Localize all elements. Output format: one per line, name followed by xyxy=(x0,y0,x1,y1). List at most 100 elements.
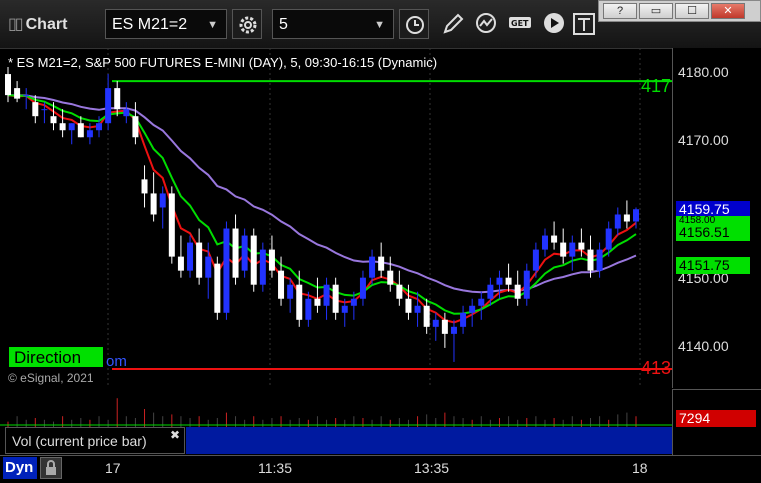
maximize-button[interactable]: ☐ xyxy=(675,3,709,19)
candle-body xyxy=(41,109,48,111)
candle-body xyxy=(560,242,567,257)
app-title: ▯▯ Chart xyxy=(8,16,68,33)
candle-body xyxy=(460,312,467,327)
candle-body xyxy=(341,305,348,313)
candle-body xyxy=(105,88,112,124)
candle-body xyxy=(96,123,103,131)
price-tick: 4140.00 xyxy=(678,338,729,354)
candle-body xyxy=(59,123,66,131)
direction-tail-text: om xyxy=(106,353,127,370)
candle-body xyxy=(350,298,357,306)
candle-body xyxy=(478,298,485,306)
lock-icon[interactable] xyxy=(40,457,62,479)
candle-body xyxy=(432,319,439,327)
candle-body xyxy=(396,284,403,299)
direction-button[interactable]: Direction xyxy=(8,346,104,368)
volume-study-bar xyxy=(186,427,672,454)
candle-body xyxy=(187,242,194,271)
candle-body xyxy=(23,95,30,97)
candle-body xyxy=(332,284,339,313)
play-circle-icon xyxy=(544,13,564,33)
candle-body xyxy=(14,88,21,99)
top-level-label: 417 xyxy=(641,76,672,96)
candle-body xyxy=(278,270,285,299)
candle-body xyxy=(323,284,330,306)
candle-body xyxy=(496,277,503,285)
candle-body xyxy=(250,235,257,285)
candle-body xyxy=(32,102,39,117)
play-button[interactable] xyxy=(540,9,570,39)
svg-text:GET: GET xyxy=(511,19,529,28)
draw-tool-button[interactable] xyxy=(438,9,468,39)
window-controls: ? ▭ ☐ ✕ xyxy=(598,0,761,22)
candle-body xyxy=(232,228,239,278)
drag-grip-icon[interactable]: ▯▯ xyxy=(8,16,24,33)
toolbar: ▯▯ Chart ES M21=2 ▼ 5 ▼ GET ? ▭ ☐ ✕ xyxy=(0,0,761,49)
candle-body xyxy=(423,305,430,327)
text-tool-icon xyxy=(573,13,595,35)
close-icon[interactable]: ✖ xyxy=(170,428,180,442)
candle-body xyxy=(296,284,303,320)
candle-body xyxy=(314,298,321,306)
text-tool-button[interactable] xyxy=(570,9,600,39)
slow-ema-line xyxy=(7,94,637,315)
candle-body xyxy=(132,116,139,138)
pencil-icon xyxy=(443,13,464,34)
symbol-combo[interactable]: ES M21=2 ▼ xyxy=(105,9,227,39)
volume-study-label[interactable]: Vol (current price bar) xyxy=(5,427,185,454)
symbol-settings-button[interactable] xyxy=(232,9,262,39)
candle-body xyxy=(150,193,157,215)
candle-body xyxy=(214,263,221,313)
interval-clock-button[interactable] xyxy=(399,9,429,39)
price-tick: 4180.00 xyxy=(678,64,729,80)
candle-body xyxy=(605,228,612,250)
clock-icon xyxy=(406,16,424,34)
candle-body xyxy=(569,242,576,257)
study-chart-icon xyxy=(476,13,496,33)
copyright: © eSignal, 2021 xyxy=(8,371,94,385)
candle-body xyxy=(5,74,11,96)
candle-body xyxy=(387,270,394,285)
candle-body xyxy=(223,228,230,313)
candle-body xyxy=(541,235,548,250)
candle-body xyxy=(369,256,376,278)
candle-body xyxy=(414,305,421,313)
price-tick: 4170.00 xyxy=(678,132,729,148)
chevron-down-icon: ▼ xyxy=(374,19,385,31)
candle-body xyxy=(205,256,212,278)
candle-body xyxy=(441,319,448,334)
candle-body xyxy=(578,242,585,250)
studies-button[interactable] xyxy=(472,9,502,39)
candle-body xyxy=(487,284,494,299)
candle-body xyxy=(505,277,512,285)
close-button[interactable]: ✕ xyxy=(711,3,745,19)
interval-combo[interactable]: 5 ▼ xyxy=(272,9,394,39)
volume-chart[interactable] xyxy=(0,389,672,427)
time-label: 18 xyxy=(632,460,648,476)
candle-body xyxy=(551,235,558,243)
candle-body xyxy=(268,249,275,271)
candle-body xyxy=(623,214,630,222)
candle-body xyxy=(50,116,57,124)
help-button[interactable]: ? xyxy=(603,3,637,19)
candle-body xyxy=(614,214,621,229)
get-data-button[interactable]: GET xyxy=(506,9,536,39)
time-label: 17 xyxy=(105,460,121,476)
candle-body xyxy=(287,284,294,299)
time-label: 11:35 xyxy=(258,460,292,476)
candle-body xyxy=(523,270,530,299)
candle-body xyxy=(141,179,148,194)
get-icon: GET xyxy=(509,17,531,28)
bottom-level-label: 413 xyxy=(641,358,672,378)
fast-ema-line xyxy=(7,94,637,324)
candle-body xyxy=(633,209,639,222)
candle-body xyxy=(469,305,476,313)
candle-body xyxy=(259,249,266,285)
price-chart[interactable] xyxy=(0,48,672,388)
candle-body xyxy=(123,109,130,117)
time-label: 13:35 xyxy=(414,460,450,476)
candle-body xyxy=(114,88,121,110)
dynamic-button[interactable]: Dyn xyxy=(3,457,37,479)
restore-button[interactable]: ▭ xyxy=(639,3,673,19)
candle-body xyxy=(241,235,248,271)
